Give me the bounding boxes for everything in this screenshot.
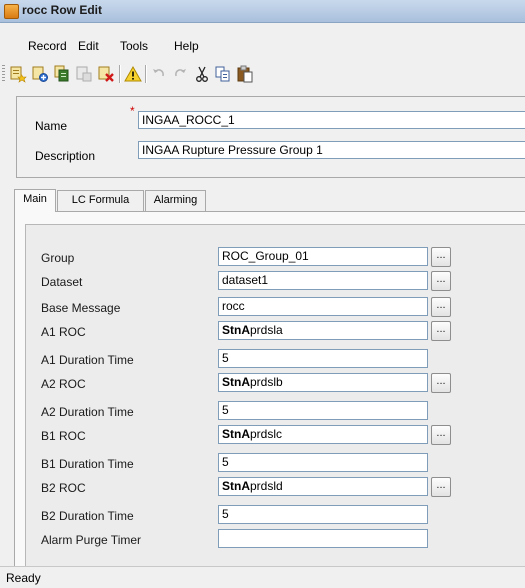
field-value: prdslc — [250, 427, 283, 441]
menu-tools[interactable]: Tools — [120, 39, 148, 53]
field-value: dataset1 — [222, 273, 269, 287]
toolbar-separator — [145, 65, 147, 83]
field-input[interactable]: StnAprdslb — [218, 373, 428, 392]
header-panel: Name * INGAA_ROCC_1 Description INGAA Ru… — [16, 96, 525, 178]
field-value: prdsld — [250, 479, 283, 493]
copy-record-icon[interactable] — [53, 65, 71, 83]
field-input[interactable]: 5 — [218, 401, 428, 420]
field-label: A2 Duration Time — [41, 405, 134, 419]
paste-record-icon — [75, 65, 93, 83]
field-label: B2 Duration Time — [41, 509, 134, 523]
field-value: 5 — [222, 507, 229, 521]
description-field[interactable]: INGAA Rupture Pressure Group 1 — [138, 141, 525, 159]
menu-help[interactable]: Help — [174, 39, 199, 53]
field-input[interactable]: 5 — [218, 349, 428, 368]
field-label: A1 Duration Time — [41, 353, 134, 367]
field-label: Dataset — [41, 275, 83, 289]
main-fields-group: Group ROC_Group_01... Dataset dataset1... Ba… — [25, 224, 525, 566]
browse-button[interactable]: ... — [431, 477, 451, 497]
warning-icon[interactable] — [124, 65, 142, 83]
field-label: Alarm Purge Timer — [41, 533, 142, 547]
status-text: Ready — [6, 571, 41, 585]
redo-icon — [171, 65, 189, 83]
title-bar: rocc Row Edit — [0, 0, 525, 23]
tab-strip: Main LC Formula Alarming — [14, 189, 525, 212]
required-mark: * — [130, 104, 135, 118]
field-input[interactable]: StnAprdsld — [218, 477, 428, 496]
menu-edit[interactable]: Edit — [78, 39, 99, 53]
toolbar-grip[interactable] — [2, 65, 5, 82]
tab-alarming[interactable]: Alarming — [145, 190, 206, 211]
browse-button[interactable]: ... — [431, 247, 451, 267]
name-field[interactable]: INGAA_ROCC_1 — [138, 111, 525, 129]
toolbar — [0, 62, 525, 86]
field-label: Base Message — [41, 301, 121, 315]
browse-button[interactable]: ... — [431, 297, 451, 317]
browse-button[interactable]: ... — [431, 373, 451, 393]
browse-button[interactable]: ... — [431, 271, 451, 291]
delete-record-icon[interactable] — [97, 65, 115, 83]
field-input[interactable]: StnAprdslc — [218, 425, 428, 444]
field-label: B1 Duration Time — [41, 457, 134, 471]
description-label: Description — [35, 149, 96, 163]
new-record-icon[interactable] — [9, 65, 27, 83]
tab-main[interactable]: Main — [14, 189, 56, 212]
field-value: ROC_Group_01 — [222, 249, 309, 263]
field-input[interactable]: 5 — [218, 505, 428, 524]
window-title: rocc Row Edit — [22, 3, 103, 17]
toolbar-separator — [119, 65, 121, 83]
menu-record[interactable]: Record — [28, 39, 67, 53]
field-value: 5 — [222, 403, 229, 417]
app-icon — [4, 4, 19, 19]
field-value: prdsla — [250, 323, 283, 337]
station-prefix: StnA — [222, 479, 250, 493]
menu-bar: Record Edit Tools Help — [0, 36, 525, 58]
field-label: B1 ROC — [41, 429, 86, 443]
field-input[interactable]: 5 — [218, 453, 428, 472]
field-value: rocc — [222, 299, 245, 313]
field-label: Group — [41, 251, 75, 265]
cut-icon[interactable] — [193, 65, 211, 83]
copy-icon[interactable] — [214, 65, 232, 83]
browse-button[interactable]: ... — [431, 321, 451, 341]
field-input[interactable] — [218, 529, 428, 548]
field-input[interactable]: dataset1 — [218, 271, 428, 290]
undo-icon — [150, 65, 168, 83]
name-label: Name — [35, 119, 68, 133]
field-input[interactable]: ROC_Group_01 — [218, 247, 428, 266]
main-tab-page: Group ROC_Group_01... Dataset dataset1... Ba… — [14, 211, 525, 567]
paste-icon[interactable] — [236, 65, 254, 83]
field-value: 5 — [222, 351, 229, 365]
add-record-icon[interactable] — [31, 65, 49, 83]
field-value: 5 — [222, 455, 229, 469]
field-value: prdslb — [250, 375, 283, 389]
browse-button[interactable]: ... — [431, 425, 451, 445]
station-prefix: StnA — [222, 375, 250, 389]
status-bar: Ready — [0, 566, 525, 588]
field-label: A2 ROC — [41, 377, 86, 391]
station-prefix: StnA — [222, 323, 250, 337]
tab-lc-formula[interactable]: LC Formula — [57, 190, 144, 211]
field-input[interactable]: StnAprdsla — [218, 321, 428, 340]
field-label: B2 ROC — [41, 481, 86, 495]
station-prefix: StnA — [222, 427, 250, 441]
field-input[interactable]: rocc — [218, 297, 428, 316]
field-label: A1 ROC — [41, 325, 86, 339]
